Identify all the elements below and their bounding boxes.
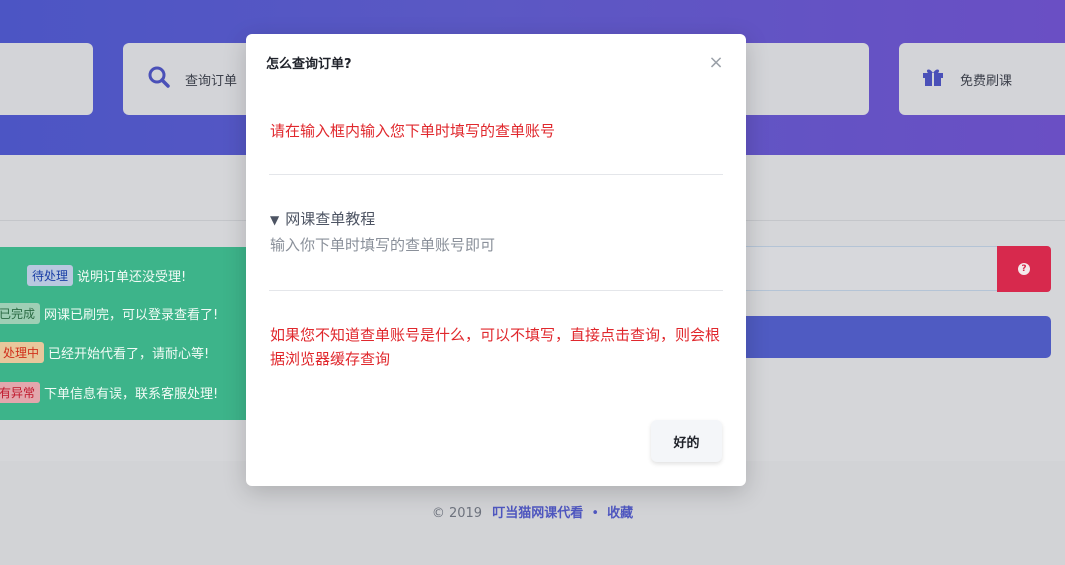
- legend-text-pending: 说明订单还没受理!: [77, 270, 187, 285]
- status-badge-processing: 处理中: [0, 342, 45, 363]
- status-badge-error: 有异常: [0, 382, 41, 403]
- tutorial-body: 输入你下单时填写的查单账号即可: [270, 236, 496, 254]
- footer-separator: •: [591, 506, 600, 521]
- order-query-input[interactable]: [745, 246, 997, 291]
- dialog-title: 怎么查询订单?: [266, 57, 352, 72]
- legend-row-done: 已完成 网课已刷完，可以登录查看了!: [0, 303, 218, 324]
- nav-card-free-course[interactable]: 免费刷课: [899, 43, 1065, 115]
- dialog-divider-1: [269, 174, 723, 175]
- legend-text-error: 下单信息有误，联系客服处理!: [44, 387, 219, 402]
- nav-card-query-order[interactable]: 查询订单: [123, 43, 253, 115]
- dialog-instruction: 请在输入框内输入您下单时填写的查单账号: [270, 122, 556, 140]
- query-submit-button[interactable]: [745, 316, 1051, 358]
- query-help-dialog: 怎么查询订单? × 请在输入框内输入您下单时填写的查单账号 ▼ 网课查单教程 输入…: [246, 34, 746, 486]
- status-badge-pending: 待处理: [27, 265, 74, 286]
- status-badge-done: 已完成: [0, 303, 41, 324]
- footer-favorite-link[interactable]: 收藏: [607, 506, 633, 521]
- close-icon[interactable]: ×: [706, 53, 726, 73]
- legend-row-pending: 待处理 说明订单还没受理!: [27, 265, 186, 286]
- status-legend: 待处理 说明订单还没受理! 已完成 网课已刷完，可以登录查看了! 处理中 已经开…: [0, 247, 256, 420]
- tutorial-summary-label: 网课查单教程: [285, 210, 376, 228]
- nav-card-left[interactable]: [0, 43, 93, 115]
- legend-text-done: 网课已刷完，可以登录查看了!: [44, 308, 219, 323]
- nav-card-query-label: 查询订单: [185, 73, 238, 89]
- help-button[interactable]: ?: [997, 246, 1051, 292]
- footer-brand-link[interactable]: 叮当猫网课代看: [492, 506, 583, 521]
- footer: © 2019 叮当猫网课代看 • 收藏: [0, 502, 1065, 521]
- gift-icon: [922, 67, 944, 91]
- question-circle-icon: ?: [1018, 263, 1030, 275]
- dialog-divider-2: [269, 290, 723, 291]
- legend-row-processing: 处理中 已经开始代看了，请耐心等!: [0, 342, 209, 363]
- triangle-down-icon: ▼: [270, 213, 280, 227]
- nav-card-free-course-label: 免费刷课: [960, 73, 1013, 89]
- footer-copyright: © 2019: [431, 506, 483, 521]
- ok-button[interactable]: 好的: [651, 420, 722, 462]
- legend-row-error: 有异常 下单信息有误，联系客服处理!: [0, 382, 218, 403]
- tutorial-toggle[interactable]: ▼ 网课查单教程: [270, 208, 375, 229]
- legend-text-processing: 已经开始代看了，请耐心等!: [48, 347, 210, 362]
- search-icon: [147, 65, 171, 93]
- dialog-note: 如果您不知道查单账号是什么，可以不填写，直接点击查询，则会根据浏览器缓存查询: [270, 326, 721, 368]
